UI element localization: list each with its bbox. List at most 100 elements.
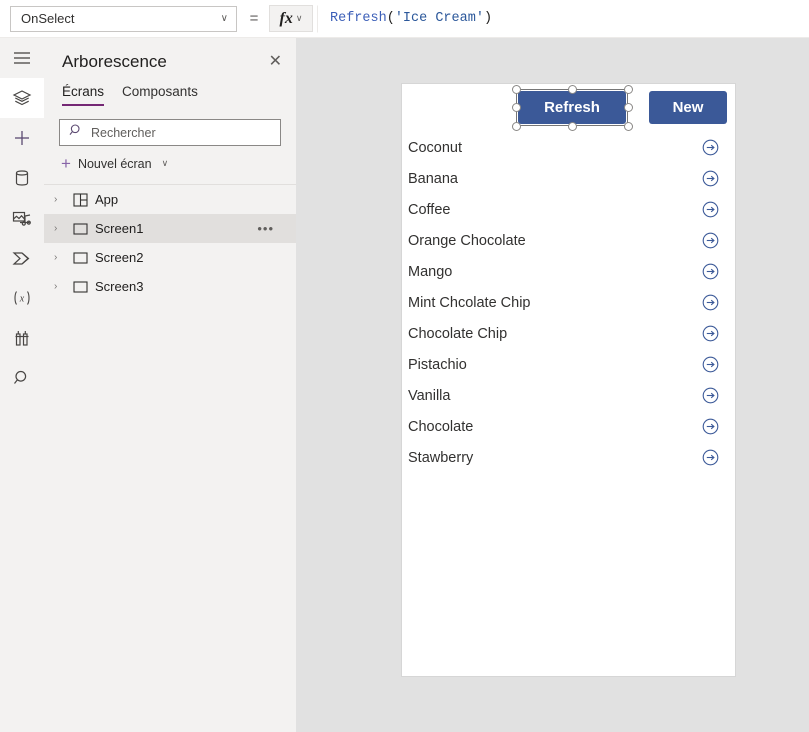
svg-text:x: x (19, 294, 25, 305)
screen-rect-icon (72, 279, 88, 294)
resize-handle-ne[interactable] (624, 85, 633, 94)
list-item[interactable]: Coffee (402, 194, 737, 225)
list-item-label: Mango (408, 263, 453, 280)
circled-right-arrow-icon[interactable] (702, 294, 719, 311)
list-item-label: Chocolate (408, 418, 474, 435)
circled-right-arrow-icon[interactable] (702, 418, 719, 435)
screen-rect-icon (72, 250, 88, 265)
list-item-label: Mint Chcolate Chip (408, 294, 531, 311)
gallery-list: Coconut Banana Coffee Orange Chocolate M… (402, 132, 737, 473)
left-icon-rail: x (0, 38, 44, 732)
screen-tree: › App › Screen1 ••• › Screen2 › Screen3 (44, 184, 296, 301)
list-item-label: Pistachio (408, 356, 467, 373)
chevron-down-icon: ∨ (161, 158, 169, 168)
search-placeholder: Rechercher (91, 125, 156, 140)
media-icon[interactable] (0, 198, 44, 238)
circled-right-arrow-icon[interactable] (702, 170, 719, 187)
formula-string-token: 'Ice Cream' (394, 11, 484, 26)
list-item[interactable]: Pistachio (402, 349, 737, 380)
tools-icon[interactable] (0, 318, 44, 358)
formula-input[interactable]: Refresh('Ice Cream') (317, 4, 803, 33)
fx-button[interactable]: fx ∨ (269, 5, 313, 32)
list-item[interactable]: Vanilla (402, 380, 737, 411)
power-automate-icon[interactable] (0, 238, 44, 278)
panel-tabs: Écrans Composants (44, 80, 296, 106)
chevron-right-icon[interactable]: › (54, 281, 65, 292)
resize-handle-w[interactable] (512, 103, 521, 112)
hamburger-menu-icon[interactable] (0, 38, 44, 78)
circled-right-arrow-icon[interactable] (702, 263, 719, 280)
list-item-label: Chocolate Chip (408, 325, 508, 342)
list-item[interactable]: Banana (402, 163, 737, 194)
more-options-icon[interactable]: ••• (257, 221, 274, 236)
chevron-right-icon[interactable]: › (54, 194, 65, 205)
tree-view-panel: Arborescence ✕ Écrans Composants Recherc… (44, 38, 296, 732)
search-icon[interactable] (0, 358, 44, 398)
data-cylinder-icon[interactable] (0, 158, 44, 198)
tree-item-app[interactable]: › App (44, 185, 296, 214)
insert-plus-icon[interactable] (0, 118, 44, 158)
formula-close-paren: ) (483, 11, 493, 26)
fx-icon: fx (279, 9, 293, 27)
chevron-down-icon: ∨ (295, 13, 303, 23)
circled-right-arrow-icon[interactable] (702, 356, 719, 373)
property-dropdown[interactable]: OnSelect ∨ (10, 5, 237, 32)
circled-right-arrow-icon[interactable] (702, 325, 719, 342)
search-input[interactable]: Rechercher (59, 119, 281, 146)
screen-rect-icon (72, 221, 88, 236)
resize-handle-se[interactable] (624, 122, 633, 131)
formula-bar: OnSelect ∨ = fx ∨ Refresh('Ice Cream') (0, 0, 809, 38)
app-screen-canvas[interactable]: Refresh New Coconut Banana Coffee Orange… (401, 83, 736, 677)
tree-item-label: Screen3 (95, 279, 144, 294)
chevron-right-icon[interactable]: › (54, 223, 65, 234)
list-item-label: Coffee (408, 201, 451, 218)
selection-box (512, 85, 633, 131)
list-item[interactable]: Orange Chocolate (402, 225, 737, 256)
circled-right-arrow-icon[interactable] (702, 232, 719, 249)
panel-header: Arborescence ✕ (44, 38, 296, 80)
list-item-label: Vanilla (408, 387, 451, 404)
resize-handle-nw[interactable] (512, 85, 521, 94)
circled-right-arrow-icon[interactable] (702, 449, 719, 466)
tab-composants[interactable]: Composants (122, 84, 198, 106)
panel-title: Arborescence (62, 52, 167, 71)
new-button[interactable]: New (649, 91, 727, 124)
close-icon[interactable]: ✕ (269, 54, 282, 70)
resize-handle-sw[interactable] (512, 122, 521, 131)
tree-item-label: App (95, 192, 119, 207)
list-item[interactable]: Mango (402, 256, 737, 287)
list-item[interactable]: Coconut (402, 132, 737, 163)
search-icon (69, 123, 83, 142)
list-item-label: Coconut (408, 139, 463, 156)
formula-open-paren: ( (386, 11, 395, 26)
list-item[interactable]: Mint Chcolate Chip (402, 287, 737, 318)
resize-handle-n[interactable] (568, 85, 577, 94)
formula-function-token: Refresh (330, 11, 387, 26)
resize-handle-s[interactable] (568, 122, 577, 131)
tree-item-screen3[interactable]: › Screen3 (44, 272, 296, 301)
tree-item-screen2[interactable]: › Screen2 (44, 243, 296, 272)
circled-right-arrow-icon[interactable] (702, 201, 719, 218)
circled-right-arrow-icon[interactable] (702, 387, 719, 404)
new-screen-button[interactable]: + Nouvel écran ∨ (44, 146, 296, 172)
tree-item-screen1[interactable]: › Screen1 ••• (44, 214, 296, 243)
chevron-right-icon[interactable]: › (54, 252, 65, 263)
list-item[interactable]: Chocolate (402, 411, 737, 442)
list-item-label: Banana (408, 170, 458, 187)
app-grid-icon (72, 192, 88, 207)
tree-item-label: Screen1 (95, 221, 144, 236)
list-item-label: Orange Chocolate (408, 232, 526, 249)
list-item[interactable]: Stawberry (402, 442, 737, 473)
equals-sign: = (249, 10, 259, 27)
resize-handle-e[interactable] (624, 103, 633, 112)
list-item-label: Stawberry (408, 449, 474, 466)
canvas-workspace: Refresh New Coconut Banana Coffee Orange… (296, 38, 809, 732)
tree-view-icon[interactable] (0, 78, 44, 118)
list-item[interactable]: Chocolate Chip (402, 318, 737, 349)
tree-item-label: Screen2 (95, 250, 144, 265)
property-dropdown-value: OnSelect (21, 11, 75, 26)
circled-right-arrow-icon[interactable] (702, 139, 719, 156)
variables-icon[interactable]: x (0, 278, 44, 318)
plus-icon: + (61, 154, 71, 173)
tab-ecrans[interactable]: Écrans (62, 84, 105, 106)
